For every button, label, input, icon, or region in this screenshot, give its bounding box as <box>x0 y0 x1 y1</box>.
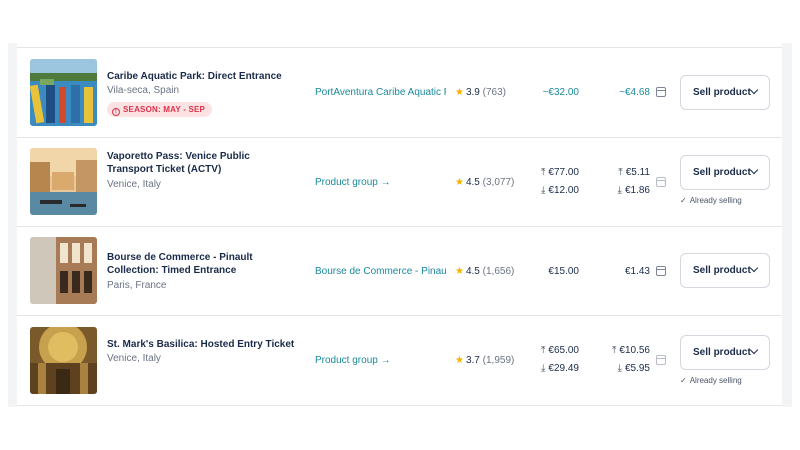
commission-low-value: €5.95 <box>624 363 650 374</box>
already-selling-status: ✓ Already selling <box>680 376 742 386</box>
commission-low: ⤓ €5.95 <box>618 362 650 375</box>
product-group-label: Product group <box>315 355 378 366</box>
sell-product-button[interactable]: Sell product <box>680 155 770 190</box>
star-icon: ★ <box>455 355 464 366</box>
commission-high-value: €5.11 <box>625 167 650 178</box>
chevron-down-icon <box>749 85 759 95</box>
product-thumbnail[interactable] <box>30 327 97 394</box>
season-badge-label: SEASON: MAY - SEP <box>123 105 206 114</box>
rating-value: 4.5 <box>465 177 480 188</box>
calendar-icon[interactable] <box>656 177 666 187</box>
arrow-up-icon: ⤒ <box>540 345 546 356</box>
product-location: Vila-seca, Spain <box>107 85 180 96</box>
arrow-down-icon: ⤓ <box>540 363 546 374</box>
product-thumbnail[interactable] <box>30 237 97 304</box>
commission: ~€4.68 <box>619 87 650 98</box>
product-location: Paris, France <box>107 280 167 291</box>
product-group-link[interactable]: Product group → <box>315 354 446 367</box>
chevron-down-icon <box>749 165 759 175</box>
alert-circle-icon: ! <box>112 108 120 116</box>
table-row: St. Mark's Basilica: Hosted Entry Ticket… <box>17 316 782 406</box>
sell-product-label: Sell product <box>693 167 751 178</box>
season-badge: ! SEASON: MAY - SEP <box>107 102 213 117</box>
rating: ★ 3.7 (1,959) <box>455 354 514 367</box>
commission-high: ⤒ €10.56 <box>612 344 650 357</box>
price-high: ⤒ €65.00 <box>541 344 579 357</box>
arrow-up-icon: ⤒ <box>540 167 546 178</box>
product-title[interactable]: Caribe Aquatic Park: Direct Entrance <box>107 70 297 83</box>
table-row: Vaporetto Pass: Venice Public Transport … <box>17 138 782 227</box>
arrow-up-icon: ⤒ <box>611 345 617 356</box>
chevron-down-icon <box>749 345 759 355</box>
right-margin <box>782 43 792 407</box>
product-thumbnail[interactable] <box>30 148 97 215</box>
price-low-value: €29.49 <box>548 363 579 374</box>
price-low: ⤓ €12.00 <box>541 184 579 197</box>
product-list: Caribe Aquatic Park: Direct Entrance Vil… <box>17 43 782 407</box>
product-group-link[interactable]: Product group → <box>315 176 446 189</box>
already-selling-label: Already selling <box>689 196 742 205</box>
review-count: (3,077) <box>482 177 515 188</box>
product-thumbnail[interactable] <box>30 59 97 126</box>
left-margin <box>8 43 17 407</box>
check-icon: ✓ <box>680 376 687 385</box>
commission-low-value: €1.86 <box>624 185 650 196</box>
calendar-icon[interactable] <box>656 87 666 97</box>
rating-value: 3.7 <box>465 355 480 366</box>
review-count: (1,959) <box>482 355 515 366</box>
review-count: (1,656) <box>482 266 515 277</box>
sell-product-button[interactable]: Sell product <box>680 253 770 288</box>
star-icon: ★ <box>455 177 464 188</box>
calendar-icon[interactable] <box>656 355 666 365</box>
sell-product-label: Sell product <box>693 87 751 98</box>
retail-price: ~€32.00 <box>542 87 579 98</box>
sell-product-button[interactable]: Sell product <box>680 335 770 370</box>
commission-high: ⤒ €5.11 <box>618 166 650 179</box>
price-high: ⤒ €77.00 <box>541 166 579 179</box>
price-low-value: €12.00 <box>548 185 579 196</box>
rating: ★ 3.9 (763) <box>455 86 506 99</box>
rating: ★ 4.5 (1,656) <box>455 265 514 278</box>
product-title[interactable]: Vaporetto Pass: Venice Public Transport … <box>107 150 297 176</box>
rating: ★ 4.5 (3,077) <box>455 176 514 189</box>
commission: €1.43 <box>624 266 650 277</box>
star-icon: ★ <box>455 87 464 98</box>
table-row: Caribe Aquatic Park: Direct Entrance Vil… <box>17 48 782 138</box>
arrow-up-icon: ⤒ <box>618 167 623 178</box>
table-row: Bourse de Commerce - Pinault Collection:… <box>17 227 782 316</box>
sell-product-label: Sell product <box>693 265 751 276</box>
commission-high-value: €10.56 <box>619 345 650 356</box>
product-location: Venice, Italy <box>107 353 161 364</box>
check-icon: ✓ <box>680 196 687 205</box>
already-selling-status: ✓ Already selling <box>680 196 742 206</box>
commission-low: ⤓ €1.86 <box>618 184 650 197</box>
already-selling-label: Already selling <box>689 376 742 385</box>
product-location: Venice, Italy <box>107 179 161 190</box>
arrow-down-icon: ⤓ <box>617 185 622 196</box>
rating-value: 4.5 <box>465 266 480 277</box>
rating-value: 3.9 <box>465 87 480 98</box>
star-icon: ★ <box>455 266 464 277</box>
price-low: ⤓ €29.49 <box>541 362 579 375</box>
retail-price: €15.00 <box>548 266 579 277</box>
arrow-down-icon: ⤓ <box>540 185 546 196</box>
arrow-right-icon: → <box>380 177 391 188</box>
sell-product-label: Sell product <box>693 347 751 358</box>
product-group-label: Product group <box>315 177 378 188</box>
page: Caribe Aquatic Park: Direct Entrance Vil… <box>0 0 800 450</box>
sell-product-button[interactable]: Sell product <box>680 75 770 110</box>
supplier-link[interactable]: Bourse de Commerce - Pinault Collection <box>315 265 446 278</box>
price-high-value: €77.00 <box>548 167 579 178</box>
supplier-link[interactable]: PortAventura Caribe Aquatic Park <box>315 86 446 99</box>
product-title[interactable]: Bourse de Commerce - Pinault Collection:… <box>107 251 297 277</box>
calendar-icon[interactable] <box>656 266 666 276</box>
price-high-value: €65.00 <box>548 345 579 356</box>
product-title[interactable]: St. Mark's Basilica: Hosted Entry Ticket <box>107 338 297 351</box>
chevron-down-icon <box>749 263 759 273</box>
review-count: (763) <box>482 87 507 98</box>
arrow-right-icon: → <box>380 355 391 366</box>
arrow-down-icon: ⤓ <box>617 363 622 374</box>
